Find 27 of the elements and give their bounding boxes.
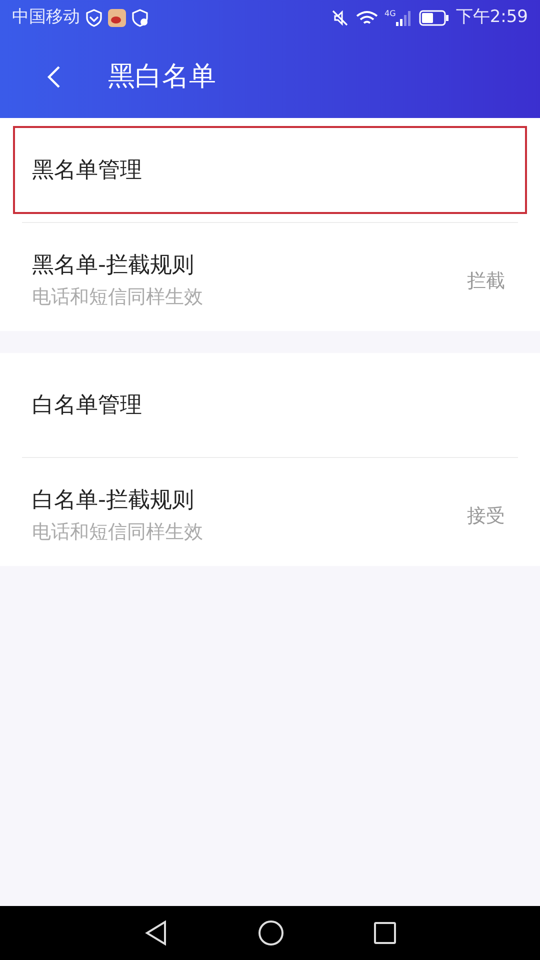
clock-text: 下午2:59 <box>456 6 528 30</box>
page-title: 黑白名单 <box>108 60 216 94</box>
item-title: 黑名单-拦截规则 <box>32 252 195 280</box>
list-item[interactable]: 黑名单管理 <box>13 126 527 214</box>
shield-icon <box>132 9 148 27</box>
back-icon <box>47 65 61 89</box>
list-item[interactable]: 黑名单-拦截规则 电话和短信同样生效 拦截 <box>13 231 527 331</box>
app-icon <box>108 9 126 27</box>
item-title: 黑名单管理 <box>32 156 142 184</box>
item-value: 拦截 <box>467 268 505 294</box>
list-item[interactable]: 白名单管理 <box>13 361 527 449</box>
item-title: 白名单-拦截规则 <box>32 487 195 515</box>
item-subtitle: 电话和短信同样生效 <box>32 520 203 545</box>
battery-icon <box>418 10 449 26</box>
network-label: 4G <box>384 10 396 18</box>
wifi-icon <box>356 10 378 26</box>
item-value: 接受 <box>467 504 505 529</box>
back-nav-icon[interactable] <box>144 920 168 946</box>
home-nav-icon[interactable] <box>258 920 284 946</box>
list-item[interactable]: 白名单-拦截规则 电话和短信同样生效 接受 <box>13 466 527 566</box>
item-subtitle: 电话和短信同样生效 <box>32 285 203 310</box>
item-title: 白名单管理 <box>32 392 142 420</box>
signal-icon <box>396 10 412 26</box>
shield-icon <box>86 9 102 27</box>
carrier-text: 中国移动 <box>12 6 80 30</box>
mute-icon <box>330 9 349 27</box>
recents-nav-icon[interactable] <box>374 922 396 944</box>
